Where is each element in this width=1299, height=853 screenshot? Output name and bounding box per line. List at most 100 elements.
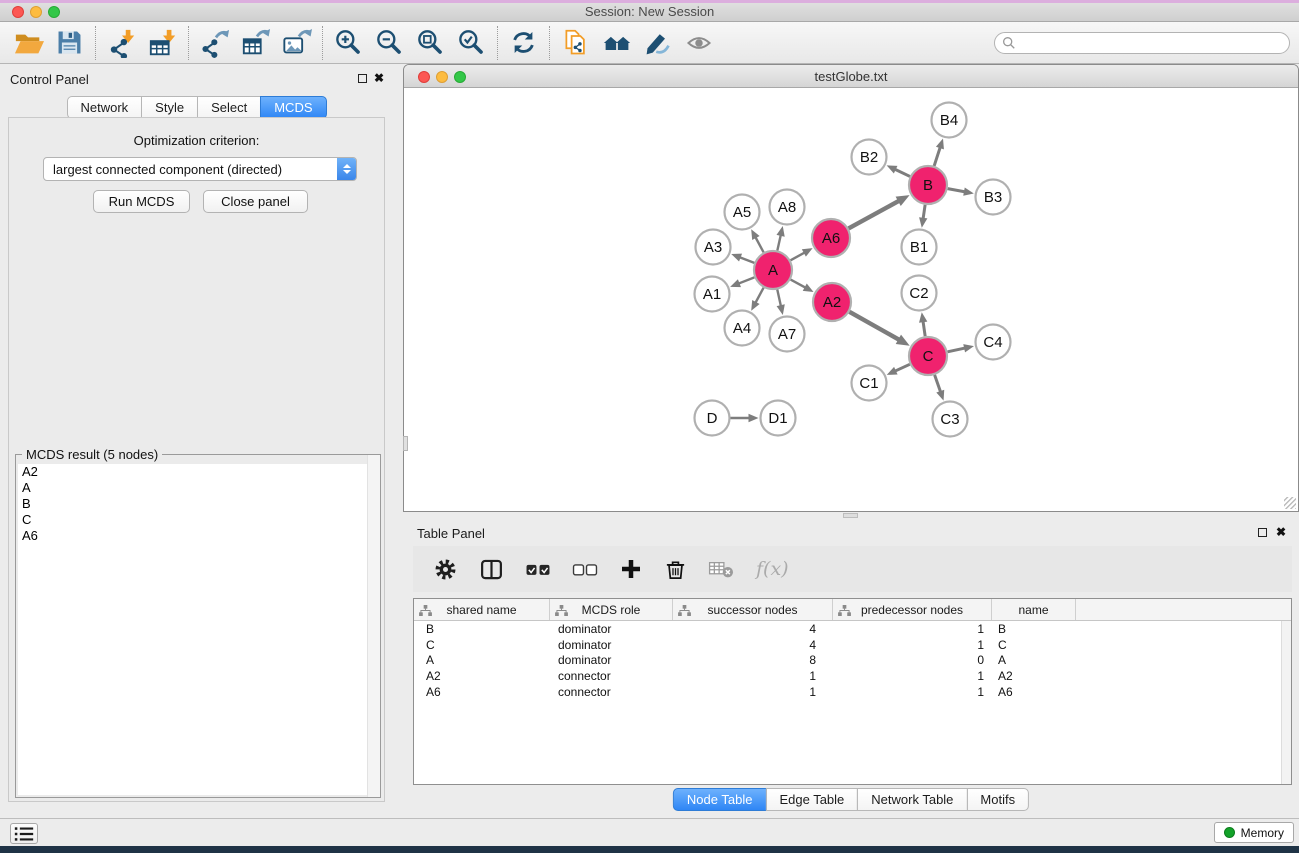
app-titlebar[interactable]: Session: New Session — [0, 0, 1299, 22]
home-button[interactable] — [596, 24, 637, 62]
network-canvas[interactable]: B4B2BB3B1A5A8A6A3AA1A2C2A4A7C4CC1C3DD1 — [405, 89, 1297, 510]
graph-node-B4[interactable]: B4 — [932, 103, 967, 138]
graph-edge-A2-C[interactable] — [849, 312, 900, 341]
table-cell[interactable]: 4 — [673, 622, 833, 636]
graph-edge-C-C1[interactable] — [894, 364, 910, 371]
tab-motifs[interactable]: Motifs — [966, 788, 1029, 811]
table-cell[interactable]: A2 — [992, 669, 1076, 683]
table-cell[interactable]: 1 — [833, 669, 992, 683]
graph-edge-C-C3[interactable] — [935, 375, 941, 393]
column-header-mcds-role[interactable]: MCDS role — [550, 599, 673, 620]
graph-edge-C-C2[interactable] — [923, 320, 925, 336]
graph-edge-A-A4[interactable] — [755, 288, 764, 304]
graph-node-B1[interactable]: B1 — [902, 230, 937, 265]
graph-edge-B-B3[interactable] — [948, 189, 966, 192]
table-row[interactable]: A2connector11A2 — [414, 668, 1291, 684]
float-panel-icon[interactable] — [1258, 528, 1267, 537]
graph-edge-B-B4[interactable] — [934, 146, 940, 166]
graph-node-D1[interactable]: D1 — [761, 401, 796, 436]
graph-node-B[interactable]: B — [909, 166, 947, 204]
graph-edge-A-A7[interactable] — [777, 290, 781, 308]
result-list-scrollbar[interactable] — [367, 455, 380, 797]
table-row[interactable]: Cdominator41C — [414, 637, 1291, 653]
graph-node-C[interactable]: C — [909, 337, 947, 375]
maximize-window-button[interactable] — [48, 6, 60, 18]
close-panel-icon[interactable]: ✖ — [374, 72, 384, 84]
graph-edge-A6-B[interactable] — [849, 200, 900, 228]
table-cell[interactable]: 1 — [833, 685, 992, 699]
import-table-button[interactable] — [142, 24, 183, 62]
table-cell[interactable]: A6 — [992, 685, 1076, 699]
pen-eye-button[interactable] — [637, 24, 678, 62]
mcds-result-list[interactable]: A2ABCA6 — [18, 464, 378, 795]
graph-node-D[interactable]: D — [695, 401, 730, 436]
result-item[interactable]: C — [18, 512, 378, 528]
minimize-window-button[interactable] — [30, 6, 42, 18]
duplicate-network-button[interactable] — [555, 24, 596, 62]
graph-node-C1[interactable]: C1 — [852, 366, 887, 401]
table-settings-button[interactable] — [433, 557, 458, 582]
zoom-out-button[interactable] — [369, 24, 410, 62]
network-window[interactable]: testGlobe.txt B4B2BB3B1A5A8A6A3AA1A2C2A4… — [403, 64, 1299, 512]
function-builder-button[interactable]: f(x) — [756, 558, 789, 580]
zoom-in-button[interactable] — [328, 24, 369, 62]
graph-edge-A-A2[interactable] — [791, 280, 807, 289]
tab-edge-table[interactable]: Edge Table — [765, 788, 858, 811]
criterion-dropdown[interactable]: largest connected component (directed) — [43, 157, 357, 181]
network-maximize-button[interactable] — [454, 71, 466, 83]
table-cell[interactable]: B — [992, 622, 1076, 636]
table-cell[interactable]: connector — [550, 669, 673, 683]
search-input[interactable] — [1016, 34, 1289, 52]
graph-node-B2[interactable]: B2 — [852, 140, 887, 175]
memory-button[interactable]: Memory — [1214, 822, 1294, 843]
tab-select[interactable]: Select — [197, 96, 261, 119]
delete-table-button[interactable] — [708, 557, 735, 581]
column-header-name[interactable]: name — [992, 599, 1076, 620]
result-item[interactable]: A6 — [18, 528, 378, 544]
table-cell[interactable]: 8 — [673, 653, 833, 667]
network-graph[interactable]: B4B2BB3B1A5A8A6A3AA1A2C2A4A7C4CC1C3DD1 — [405, 89, 1298, 512]
graph-node-A5[interactable]: A5 — [725, 195, 760, 230]
graph-edge-A-A6[interactable] — [791, 252, 806, 260]
graph-edge-A-A8[interactable] — [777, 234, 781, 251]
table-cell[interactable]: 1 — [833, 622, 992, 636]
graph-node-A8[interactable]: A8 — [770, 190, 805, 225]
resize-grip-icon[interactable] — [1284, 497, 1296, 509]
graph-node-A7[interactable]: A7 — [770, 317, 805, 352]
add-column-button[interactable] — [619, 557, 643, 581]
table-cell[interactable]: A — [992, 653, 1076, 667]
table-cell[interactable]: dominator — [550, 638, 673, 652]
close-panel-icon[interactable]: ✖ — [1276, 526, 1286, 538]
search-box[interactable] — [994, 32, 1290, 54]
column-header-shared-name[interactable]: shared name — [414, 599, 550, 620]
graph-edge-C-C4[interactable] — [948, 348, 967, 352]
table-cell[interactable]: 1 — [673, 685, 833, 699]
run-mcds-button[interactable]: Run MCDS — [93, 190, 190, 213]
result-item[interactable]: B — [18, 496, 378, 512]
table-scrollbar[interactable] — [1281, 621, 1291, 784]
graph-edge-A-A5[interactable] — [755, 236, 764, 252]
table-cell[interactable]: 4 — [673, 638, 833, 652]
save-session-button[interactable] — [49, 24, 90, 62]
table-row[interactable]: Adominator80A — [414, 652, 1291, 668]
zoom-fit-button[interactable] — [410, 24, 451, 62]
float-panel-icon[interactable] — [358, 74, 367, 83]
close-window-button[interactable] — [12, 6, 24, 18]
import-network-button[interactable] — [101, 24, 142, 62]
table-cell[interactable]: A6 — [414, 685, 550, 699]
table-cell[interactable]: A — [414, 653, 550, 667]
table-cell[interactable]: C — [992, 638, 1076, 652]
table-cell[interactable]: dominator — [550, 622, 673, 636]
table-row[interactable]: Bdominator41B — [414, 621, 1291, 637]
export-table-button[interactable] — [235, 24, 276, 62]
deselect-all-button[interactable] — [572, 557, 598, 582]
graph-node-C2[interactable]: C2 — [902, 276, 937, 311]
dropdown-stepper-icon[interactable] — [337, 158, 356, 180]
graph-node-A6[interactable]: A6 — [812, 219, 850, 257]
graph-edge-A-A1[interactable] — [738, 277, 755, 284]
graph-node-C3[interactable]: C3 — [933, 402, 968, 437]
tab-style[interactable]: Style — [141, 96, 198, 119]
column-header-successor-nodes[interactable]: successor nodes — [673, 599, 833, 620]
eye-button[interactable] — [678, 24, 719, 62]
graph-edge-B-B1[interactable] — [923, 205, 925, 220]
